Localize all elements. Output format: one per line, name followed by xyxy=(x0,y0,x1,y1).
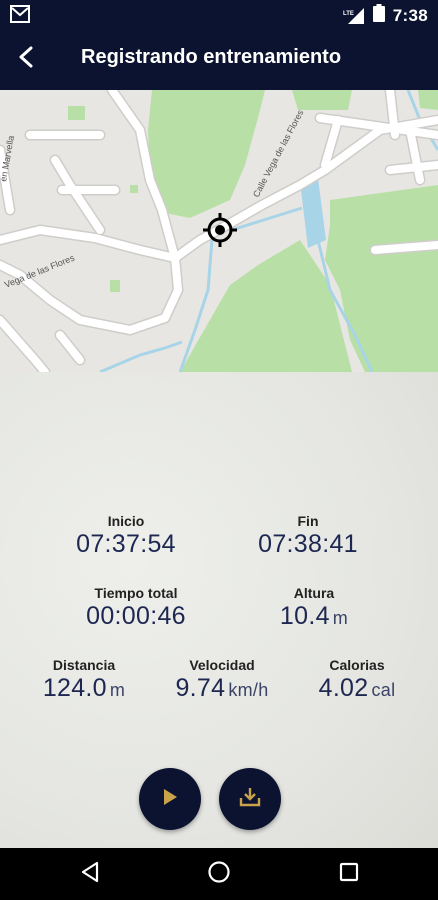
stat-value: 4.02 cal xyxy=(318,674,396,702)
stat-label: Fin xyxy=(297,513,319,529)
stat-tiempo-total: Tiempo total 00:00:46 xyxy=(66,585,206,631)
page-title: Registrando entrenamiento xyxy=(81,46,342,68)
battery-icon xyxy=(372,4,385,27)
nav-recents-button[interactable] xyxy=(336,861,362,887)
stats-panel: Inicio 07:37:54 Fin 07:38:41 Tiempo tota… xyxy=(0,372,438,848)
home-circle-icon xyxy=(207,860,231,889)
mail-icon xyxy=(10,5,30,28)
stat-value: 124.0 m xyxy=(42,674,126,702)
stat-altura: Altura 10.4 m xyxy=(244,585,384,631)
download-button[interactable] xyxy=(219,768,281,830)
status-bar: LTE 7:38 xyxy=(0,0,438,28)
status-icons: LTE 7:38 xyxy=(343,4,428,27)
stat-distancia: Distancia 124.0 m xyxy=(14,657,154,703)
play-button[interactable] xyxy=(139,768,201,830)
stat-calorias: Calorias 4.02 cal xyxy=(287,657,427,703)
play-icon xyxy=(162,788,178,811)
system-nav-bar xyxy=(0,848,438,900)
recents-square-icon xyxy=(339,862,359,887)
stat-fin: Fin 07:38:41 xyxy=(238,513,378,559)
download-icon xyxy=(239,787,261,812)
back-triangle-icon xyxy=(80,861,100,888)
stat-label: Altura xyxy=(293,585,335,601)
lte-signal-icon: LTE xyxy=(343,7,365,25)
stat-inicio: Inicio 07:37:54 xyxy=(56,513,196,559)
stat-value: 07:37:54 xyxy=(76,530,176,558)
stat-value: 07:38:41 xyxy=(258,530,358,558)
status-time: 7:38 xyxy=(392,5,428,25)
lte-label: LTE xyxy=(343,11,354,17)
stat-label: Distancia xyxy=(52,657,116,673)
back-button[interactable] xyxy=(10,43,42,75)
back-arrow-icon xyxy=(17,46,35,73)
map-canvas: Calle Vega de las Flores Vega de las Flo… xyxy=(0,90,438,372)
stat-label: Inicio xyxy=(107,513,145,529)
app-bar: Registrando entrenamiento xyxy=(0,28,438,90)
stat-label: Tiempo total xyxy=(94,585,178,601)
stat-value: 00:00:46 xyxy=(86,602,186,630)
stat-value: 9.74 km/h xyxy=(175,674,269,702)
stat-velocidad: Velocidad 9.74 km/h xyxy=(152,657,292,703)
stat-label: Calorias xyxy=(329,657,385,673)
nav-home-button[interactable] xyxy=(206,860,232,889)
stat-label: Velocidad xyxy=(189,657,255,673)
nav-back-button[interactable] xyxy=(77,861,103,887)
street-label-marvella: en Marvella xyxy=(0,135,16,183)
route-map[interactable]: Calle Vega de las Flores Vega de las Flo… xyxy=(0,90,438,372)
stat-value: 10.4 m xyxy=(279,602,349,630)
